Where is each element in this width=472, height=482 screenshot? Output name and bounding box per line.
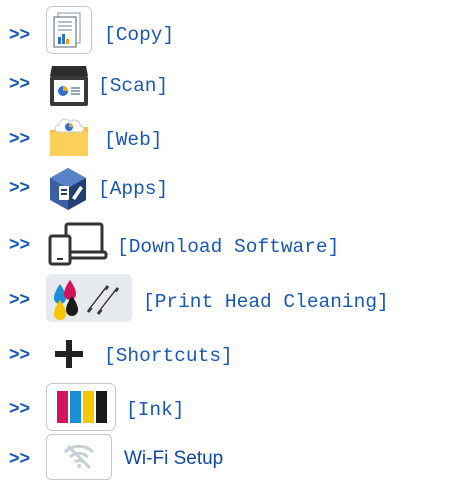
menu-item-download-software[interactable]: >> [Download Software] xyxy=(0,220,472,268)
bullet-marker: >> xyxy=(9,24,31,44)
menu-item-print-head-cleaning[interactable]: >> [Print Head Cleaning] xyxy=(0,274,472,322)
apps-icon xyxy=(50,168,86,210)
print-head-cleaning-icon xyxy=(46,274,132,322)
menu-item-label: [Copy] xyxy=(104,24,175,46)
menu-item-copy[interactable]: >> [Copy] xyxy=(0,6,472,54)
bullet-marker: >> xyxy=(9,234,31,254)
bullet-marker: >> xyxy=(9,448,31,468)
menu-item-label: Wi-Fi Setup xyxy=(124,448,224,469)
ink-icon xyxy=(46,383,116,431)
menu-item-label: [Shortcuts] xyxy=(104,345,233,367)
menu-list: >> [Copy] >> [Scan] >> [Web] >> [Apps] >… xyxy=(0,0,472,480)
bullet-marker: >> xyxy=(9,128,31,148)
bullet-marker: >> xyxy=(9,289,31,309)
bullet-marker: >> xyxy=(9,73,31,93)
web-icon xyxy=(50,118,88,156)
download-software-icon xyxy=(48,222,108,266)
menu-item-label: [Scan] xyxy=(98,75,169,97)
plus-icon xyxy=(55,340,83,368)
menu-item-label: [Ink] xyxy=(126,399,185,421)
menu-item-label: [Web] xyxy=(104,129,163,151)
menu-item-label: [Download Software] xyxy=(117,236,340,258)
bullet-marker: >> xyxy=(9,177,31,197)
menu-item-web[interactable]: >> [Web] xyxy=(0,112,472,160)
menu-item-label: [Print Head Cleaning] xyxy=(143,291,389,313)
copy-icon xyxy=(46,6,92,54)
menu-item-label: [Apps] xyxy=(98,178,169,200)
menu-item-scan[interactable]: >> [Scan] xyxy=(0,62,472,110)
menu-item-wifi-setup[interactable]: >> Wi-Fi Setup xyxy=(0,434,472,482)
bullet-marker: >> xyxy=(9,344,31,364)
wifi-off-icon xyxy=(46,434,112,480)
scan-icon xyxy=(50,66,88,106)
menu-item-ink[interactable]: >> [Ink] xyxy=(0,383,472,431)
menu-item-apps[interactable]: >> [Apps] xyxy=(0,166,472,214)
menu-item-shortcuts[interactable]: >> [Shortcuts] xyxy=(0,330,472,378)
bullet-marker: >> xyxy=(9,398,31,418)
